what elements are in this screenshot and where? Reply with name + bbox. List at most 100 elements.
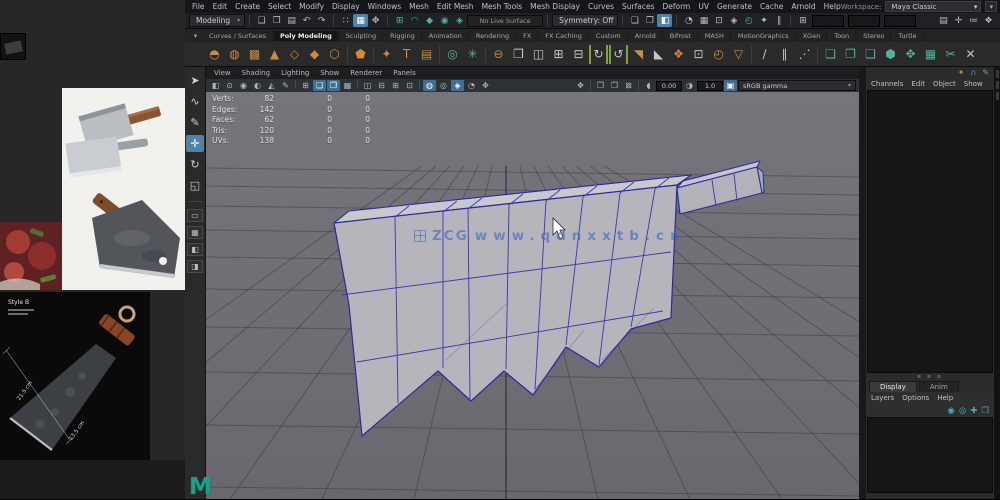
live-surface-field[interactable]: No Live Surface xyxy=(467,14,544,27)
shadows-icon[interactable]: ⊟ xyxy=(375,80,388,91)
fog-icon[interactable]: ❐ xyxy=(608,80,621,91)
delete-icon[interactable]: ✕ xyxy=(961,44,980,64)
depth-of-field-icon[interactable]: ◎ xyxy=(437,80,450,91)
absolute-transform-icon[interactable]: ⊞ xyxy=(795,14,810,27)
insert-edge-loop-icon[interactable]: ∥ xyxy=(775,44,794,64)
menu-mesh-tools[interactable]: Mesh Tools xyxy=(482,2,523,11)
layer-menu-options[interactable]: Options xyxy=(902,394,929,402)
poly-disc-icon[interactable]: ⬡ xyxy=(325,44,344,64)
new-scene-icon[interactable]: ❏ xyxy=(254,14,269,27)
layer-menu-layers[interactable]: Layers xyxy=(871,394,894,402)
reference-photo-cleavers[interactable] xyxy=(62,88,185,290)
view-transform-select[interactable]: sRGB gamma ▾ xyxy=(738,80,856,91)
poly-sphere-icon[interactable]: ◓ xyxy=(205,44,224,64)
menu-help[interactable]: Help xyxy=(824,2,841,11)
menu-windows[interactable]: Windows xyxy=(368,2,401,11)
layout-four-pane-button[interactable]: ▦ xyxy=(187,226,203,239)
poly-cube-icon[interactable]: ▩ xyxy=(245,44,264,64)
gamma-field[interactable]: 1.0 xyxy=(697,80,723,91)
extract-icon[interactable]: ◫ xyxy=(529,44,548,64)
joints-xray-icon[interactable]: ✥ xyxy=(479,80,492,91)
relax-brush-icon[interactable]: ❐ xyxy=(841,44,860,64)
motion-blur-icon[interactable]: ⊡ xyxy=(403,80,416,91)
four-pane-icon[interactable]: ❐ xyxy=(642,14,657,27)
bevel-icon[interactable]: ◣ xyxy=(649,44,668,64)
panel-menu-view[interactable]: View xyxy=(214,69,231,77)
coordinate-field-y[interactable] xyxy=(848,14,881,27)
layout-outliner-button[interactable]: ◨ xyxy=(187,260,203,273)
extrude-icon[interactable]: ◥ xyxy=(629,44,648,64)
camera-attributes-icon[interactable]: ◉ xyxy=(237,80,250,91)
snap-curve-icon[interactable]: ◠ xyxy=(407,14,422,27)
render-settings-icon[interactable]: ◈ xyxy=(726,14,741,27)
multisample-icon[interactable]: ◍ xyxy=(423,80,436,91)
smooth-icon[interactable]: ◴ xyxy=(709,44,728,64)
shelf-tab-bifrost[interactable]: Bifrost xyxy=(664,30,698,41)
move-tool[interactable]: ✛ xyxy=(186,135,204,152)
poly-torus-icon[interactable]: ◆ xyxy=(305,44,324,64)
gamma-icon[interactable]: ◑ xyxy=(683,80,696,91)
panel-divider[interactable] xyxy=(859,67,866,499)
remesh-icon[interactable]: ▦ xyxy=(921,44,940,64)
channel-box-menu-object[interactable]: Object xyxy=(933,80,956,88)
channel-box-icon[interactable]: ❖ xyxy=(981,14,996,27)
channel-box-menu-edit[interactable]: Edit xyxy=(911,80,925,88)
shelf-tab-curves-surfaces[interactable]: Curves / Surfaces xyxy=(203,30,274,41)
shelf-tab-animation[interactable]: Animation xyxy=(423,30,469,41)
lasso-select-tool[interactable]: ∿ xyxy=(186,93,204,110)
cut-geometry-icon[interactable]: ✂ xyxy=(941,44,960,64)
layer-menu-help[interactable]: Help xyxy=(937,394,953,402)
grab-brush-icon[interactable]: ❑ xyxy=(861,44,880,64)
light-editor-icon[interactable]: ✦ xyxy=(756,14,771,27)
select-object-icon[interactable]: ▦ xyxy=(353,14,369,27)
reference-image-panel[interactable]: Style B 21.5 cm 13.5 cm xyxy=(0,0,185,499)
coordinate-field-x[interactable] xyxy=(812,14,845,27)
menu-display[interactable]: Display xyxy=(332,2,360,11)
menu-mesh-display[interactable]: Mesh Display xyxy=(530,2,580,11)
menu-modify[interactable]: Modify xyxy=(299,2,324,11)
tool-settings-icon[interactable]: ≔ xyxy=(966,14,981,27)
shelf-tab-fx[interactable]: FX xyxy=(517,30,539,41)
separate-icon[interactable]: ❒ xyxy=(509,44,528,64)
edit-attributes-icon[interactable]: ✎ xyxy=(982,68,989,77)
menu-select[interactable]: Select xyxy=(268,2,291,11)
symmetry-select[interactable]: Symmetry: Off xyxy=(552,14,619,27)
workspace-options-button[interactable]: ▾ xyxy=(985,1,998,12)
boolean-union-icon[interactable]: ⊞ xyxy=(549,44,568,64)
gpu-cache-icon[interactable]: ⊠ xyxy=(622,80,635,91)
offset-edge-loop-icon[interactable]: ⋰ xyxy=(795,44,814,64)
single-pane-icon[interactable]: ❏ xyxy=(627,14,642,27)
shelf-tab-custom[interactable]: Custom xyxy=(590,30,628,41)
multi-cut-icon[interactable]: ∕ xyxy=(755,44,774,64)
wireframe-icon[interactable]: ❏ xyxy=(313,80,326,91)
menu-deform[interactable]: Deform xyxy=(662,2,690,11)
viewport-canvas[interactable]: Verts: 82 0 0 Edges: 142 0 0 Faces: 62 0 0 Tris: 120 0… xyxy=(206,92,859,499)
poly-cone-icon[interactable]: ▲ xyxy=(265,44,284,64)
perspective-viewport[interactable]: View Shading Lighting Show Renderer Panels ◧ ⊙… xyxy=(206,67,859,499)
sculpt-cube-icon[interactable]: ⬢ xyxy=(881,44,900,64)
paint-select-tool[interactable]: ✎ xyxy=(186,114,204,131)
menu-surfaces[interactable]: Surfaces xyxy=(622,2,654,11)
scale-tool[interactable]: ◱ xyxy=(186,177,204,194)
use-all-lights-icon[interactable]: ◫ xyxy=(361,80,374,91)
save-scene-icon[interactable]: ▤ xyxy=(284,14,299,27)
menu-edit-mesh[interactable]: Edit Mesh xyxy=(437,2,474,11)
channel-box-menu-show[interactable]: Show xyxy=(964,80,983,88)
shelf-menu-icon[interactable]: ▾ xyxy=(189,32,202,40)
character-set-icon[interactable]: ✦ xyxy=(958,68,965,77)
modeling-toolkit-icon[interactable]: ▤ xyxy=(936,14,951,27)
sidebar-collapsed-strip[interactable] xyxy=(994,67,1000,499)
sweep-mesh-icon[interactable]: ✳ xyxy=(463,44,482,64)
undo-icon[interactable]: ↶ xyxy=(299,14,314,27)
type-tool-icon[interactable]: T xyxy=(397,44,416,64)
layout-two-pane-button[interactable]: ◧ xyxy=(187,243,203,256)
color-management-icon[interactable]: ▣ xyxy=(724,80,737,91)
select-tool[interactable]: ➤ xyxy=(186,72,204,89)
super-shape-icon[interactable]: ✦ xyxy=(377,44,396,64)
isolate-select-icon[interactable]: ◈ xyxy=(451,80,464,91)
channel-box-menu-channels[interactable]: Channels xyxy=(871,80,903,88)
menu-edit[interactable]: Edit xyxy=(213,2,228,11)
panel-menu-show[interactable]: Show xyxy=(320,69,339,77)
snap-plane-icon[interactable]: ◈ xyxy=(452,14,467,27)
combine-icon[interactable]: ⊖ xyxy=(489,44,508,64)
